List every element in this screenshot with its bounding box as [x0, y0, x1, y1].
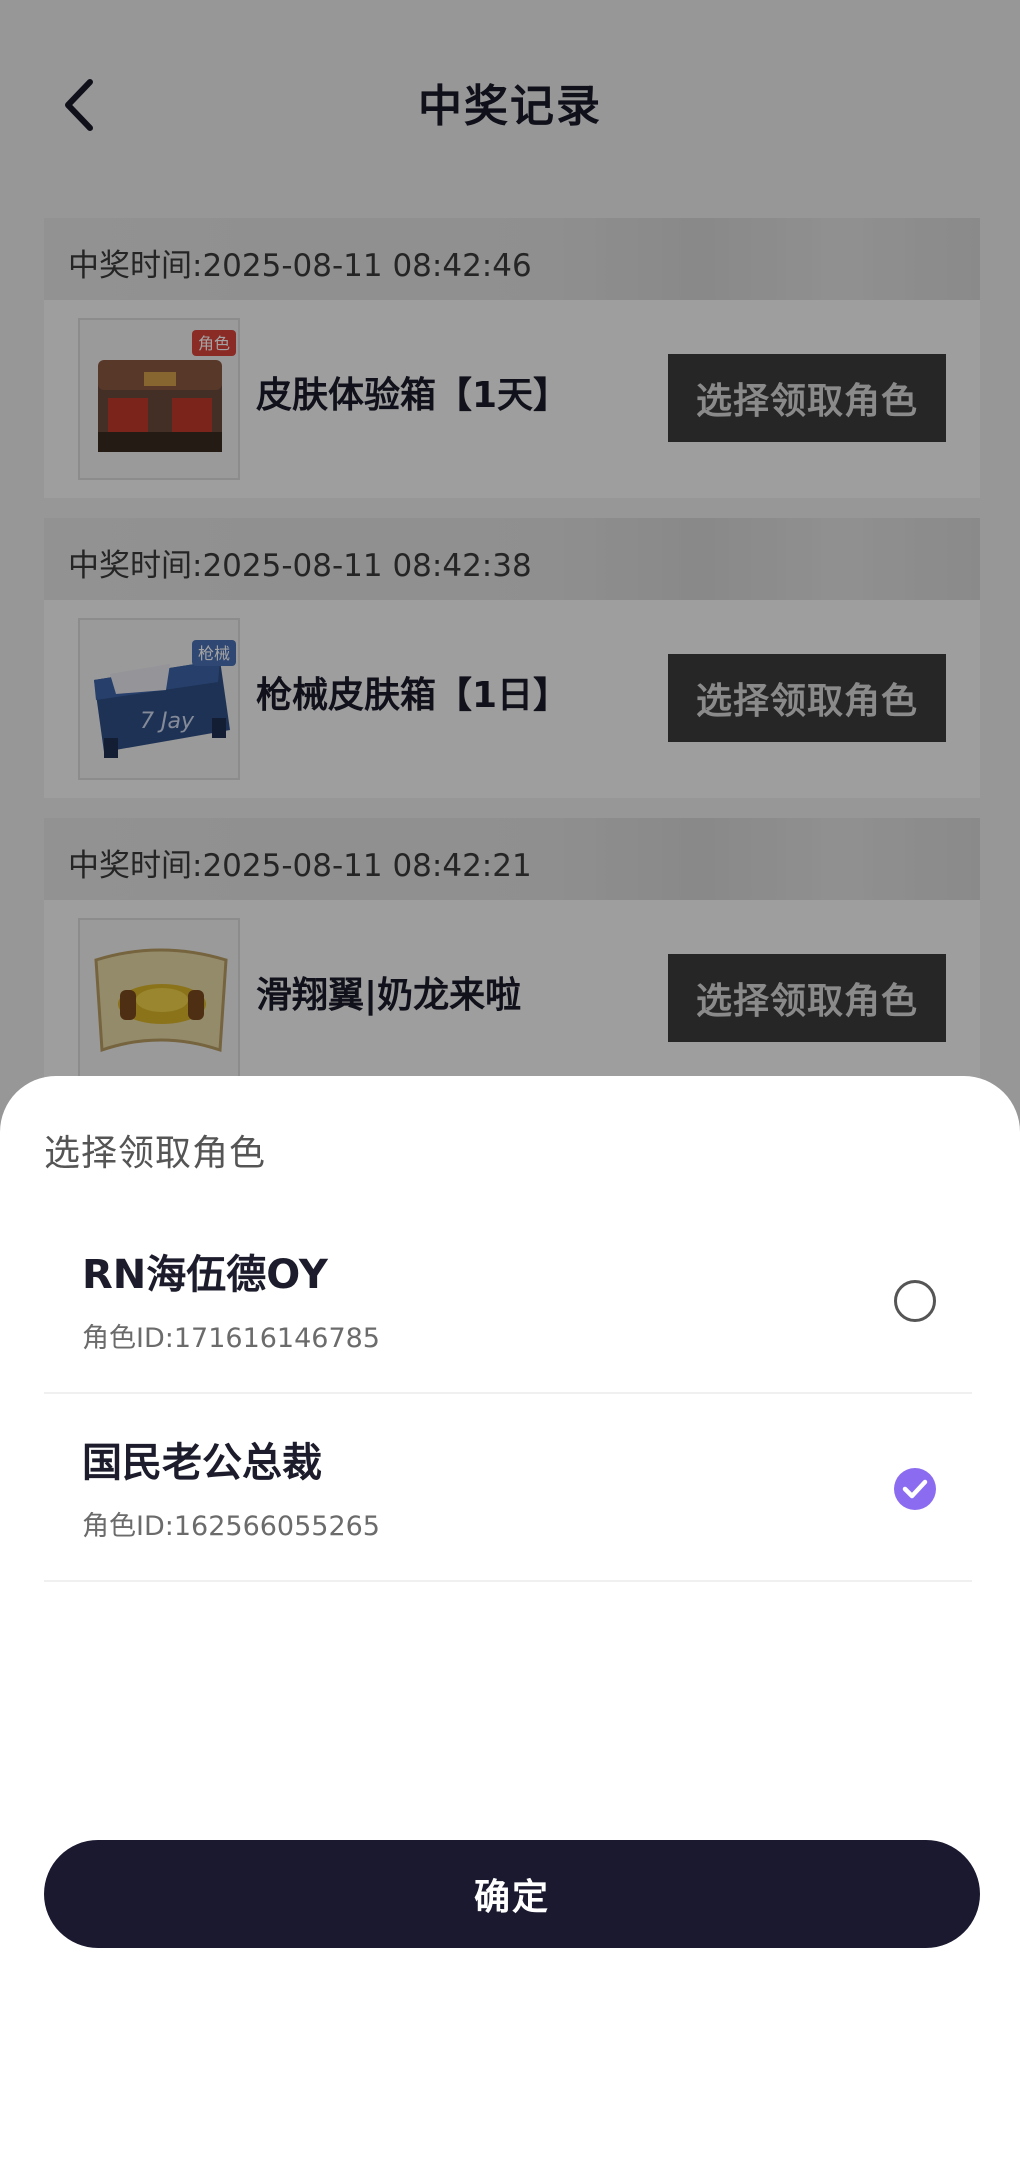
role-option[interactable]: RN海伍德OY 角色ID:171616146785 [44, 1206, 972, 1394]
role-name: 国民老公总裁 [82, 1440, 322, 1486]
role-id: 角色ID:171616146785 [82, 1323, 380, 1354]
radio-unchecked-icon[interactable] [894, 1280, 936, 1322]
role-select-sheet: 选择领取角色 RN海伍德OY 角色ID:171616146785 国民老公总裁 … [0, 1076, 1020, 2176]
role-name: RN海伍德OY [82, 1252, 328, 1298]
sheet-title: 选择领取角色 [44, 1133, 267, 1174]
role-option[interactable]: 国民老公总裁 角色ID:162566055265 [44, 1394, 972, 1582]
radio-checked-icon[interactable] [894, 1468, 936, 1510]
role-id: 角色ID:162566055265 [82, 1511, 380, 1542]
confirm-button[interactable]: 确定 [44, 1840, 980, 1948]
checkmark-icon [902, 1479, 928, 1499]
